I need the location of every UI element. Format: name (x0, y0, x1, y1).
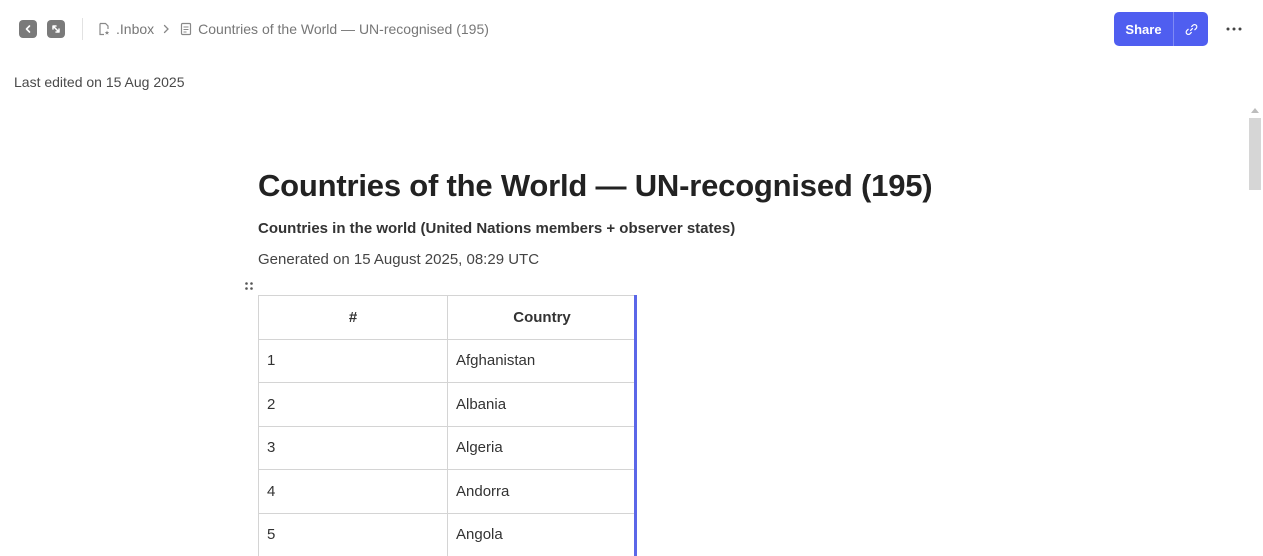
table-row: 2 Albania (258, 382, 637, 427)
page-title: Countries of the World — UN-recognised (… (258, 168, 933, 203)
table-row: 1 Afghanistan (258, 338, 637, 383)
table-cell[interactable]: 5 (258, 512, 448, 556)
table-cell[interactable]: Andorra (447, 469, 637, 514)
table-header-row: # Country (258, 295, 637, 340)
table-cell[interactable]: Angola (447, 512, 637, 556)
chevron-right-icon (162, 24, 170, 34)
table-cell[interactable]: 3 (258, 425, 448, 470)
table-cell[interactable]: Afghanistan (447, 338, 637, 383)
breadcrumb: .Inbox Countries of the World — UN-recog… (97, 20, 489, 38)
column-resize-handle[interactable] (634, 295, 637, 556)
table-cell[interactable]: 4 (258, 469, 448, 514)
column-header-number[interactable]: # (258, 295, 448, 340)
breadcrumb-page[interactable]: Countries of the World — UN-recognised (… (179, 21, 489, 37)
toolbar-divider (82, 18, 83, 40)
copy-link-button[interactable] (1174, 12, 1208, 46)
more-horizontal-icon (1226, 27, 1242, 31)
scrollbar-up-arrow[interactable] (1251, 108, 1259, 113)
share-group: Share (1114, 12, 1208, 46)
expand-button[interactable] (47, 20, 65, 38)
drag-handle-icon[interactable] (244, 281, 254, 291)
table-cell[interactable]: 1 (258, 338, 448, 383)
share-button[interactable]: Share (1114, 12, 1173, 46)
table-row: 4 Andorra (258, 469, 637, 514)
expand-icon (52, 25, 60, 33)
countries-table: # Country 1 Afghanistan 2 Albania 3 Alge… (258, 295, 637, 556)
countries-table-wrapper: # Country 1 Afghanistan 2 Albania 3 Alge… (258, 295, 637, 556)
table-row: 3 Algeria (258, 425, 637, 470)
link-icon (1185, 23, 1197, 35)
last-edited-label: Last edited on 15 Aug 2025 (14, 74, 185, 90)
breadcrumb-folder[interactable]: .Inbox (97, 21, 154, 37)
back-button[interactable] (19, 20, 37, 38)
table-row: 5 Angola (258, 512, 637, 556)
breadcrumb-page-label: Countries of the World — UN-recognised (… (198, 21, 489, 37)
column-header-country[interactable]: Country (447, 295, 637, 340)
document-star-icon (99, 22, 110, 36)
page-subtitle: Countries in the world (United Nations m… (258, 220, 736, 237)
chevron-left-icon (25, 25, 31, 33)
document-icon (181, 22, 192, 36)
table-cell[interactable]: 2 (258, 382, 448, 427)
generated-timestamp: Generated on 15 August 2025, 08:29 UTC (258, 251, 540, 268)
table-cell[interactable]: Algeria (447, 425, 637, 470)
table-cell[interactable]: Albania (447, 382, 637, 427)
breadcrumb-folder-label: .Inbox (116, 21, 155, 37)
more-options-button[interactable] (1224, 20, 1244, 38)
top-bar: .Inbox Countries of the World — UN-recog… (0, 0, 1263, 58)
scrollbar-thumb[interactable] (1249, 118, 1261, 190)
